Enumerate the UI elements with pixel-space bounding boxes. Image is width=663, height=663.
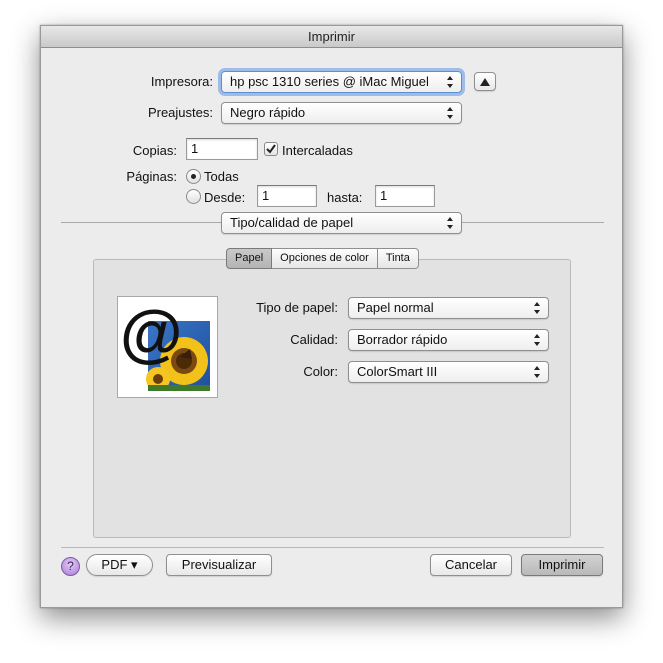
color-label: Color:: [303, 364, 338, 379]
presets-value: Negro rápido: [230, 105, 306, 120]
popup-arrows-icon: [534, 302, 540, 314]
color-popup[interactable]: ColorSmart III: [348, 361, 549, 383]
popup-arrows-icon: [447, 107, 453, 119]
paper-type-value: Papel normal: [357, 300, 434, 315]
popup-arrows-icon: [447, 217, 453, 229]
pages-label: Páginas:: [126, 169, 177, 184]
cancel-button[interactable]: Cancelar: [430, 554, 512, 576]
dialog-title: Imprimir: [41, 26, 622, 48]
quality-popup[interactable]: Borrador rápido: [348, 329, 549, 351]
presets-popup[interactable]: Negro rápido: [221, 102, 462, 124]
pages-all-radio[interactable]: [186, 169, 201, 184]
print-button[interactable]: Imprimir: [521, 554, 603, 576]
presets-label: Preajustes:: [147, 105, 213, 120]
section-value: Tipo/calidad de papel: [230, 215, 354, 230]
pages-to-field[interactable]: 1: [375, 185, 435, 207]
tab-opciones-de-color[interactable]: Opciones de color: [272, 248, 378, 269]
footer-divider: [61, 547, 604, 548]
tab-papel[interactable]: Papel: [226, 248, 273, 269]
copies-value: 1: [191, 141, 199, 156]
printer-value: hp psc 1310 series @ iMac Miguel: [230, 74, 429, 89]
printer-popup[interactable]: hp psc 1310 series @ iMac Miguel: [221, 71, 462, 93]
pdf-menu-button[interactable]: PDF ▾: [86, 554, 153, 576]
color-value: ColorSmart III: [357, 364, 438, 379]
pages-from-value: 1: [262, 188, 270, 203]
paper-type-label: Tipo de papel:: [256, 300, 338, 315]
section-popup[interactable]: Tipo/calidad de papel: [221, 212, 462, 234]
checkmark-icon: [266, 144, 276, 154]
settings-tabs: Papel Opciones de color Tinta: [226, 248, 419, 269]
printer-label: Impresora:: [150, 74, 213, 89]
popup-arrows-icon: [534, 366, 540, 378]
pages-all-label: Todas: [204, 169, 239, 184]
print-dialog: Imprimir Impresora: hp psc 1310 series @…: [40, 25, 623, 608]
triangle-up-icon: [480, 78, 490, 86]
collated-label: Intercaladas: [282, 143, 353, 158]
tab-tinta[interactable]: Tinta: [377, 248, 419, 269]
pages-from-field[interactable]: 1: [257, 185, 317, 207]
paper-type-popup[interactable]: Papel normal: [348, 297, 549, 319]
collated-checkbox[interactable]: [264, 142, 278, 156]
popup-arrows-icon: [534, 334, 540, 346]
pages-range-radio[interactable]: [186, 189, 201, 204]
email-at-glyph: @: [120, 297, 183, 369]
copies-field[interactable]: 1: [186, 138, 258, 160]
preview-button[interactable]: Previsualizar: [166, 554, 272, 576]
help-button[interactable]: ?: [61, 557, 80, 576]
printer-disclosure-button[interactable]: [474, 72, 496, 91]
popup-arrows-icon: [447, 76, 453, 88]
quality-value: Borrador rápido: [357, 332, 448, 347]
pages-from-label: Desde:: [204, 190, 246, 205]
paper-preview: @: [117, 296, 218, 398]
copies-label: Copias:: [132, 143, 177, 158]
pages-to-label: hasta:: [327, 190, 363, 205]
pages-to-value: 1: [380, 188, 388, 203]
quality-label: Calidad:: [290, 332, 338, 347]
